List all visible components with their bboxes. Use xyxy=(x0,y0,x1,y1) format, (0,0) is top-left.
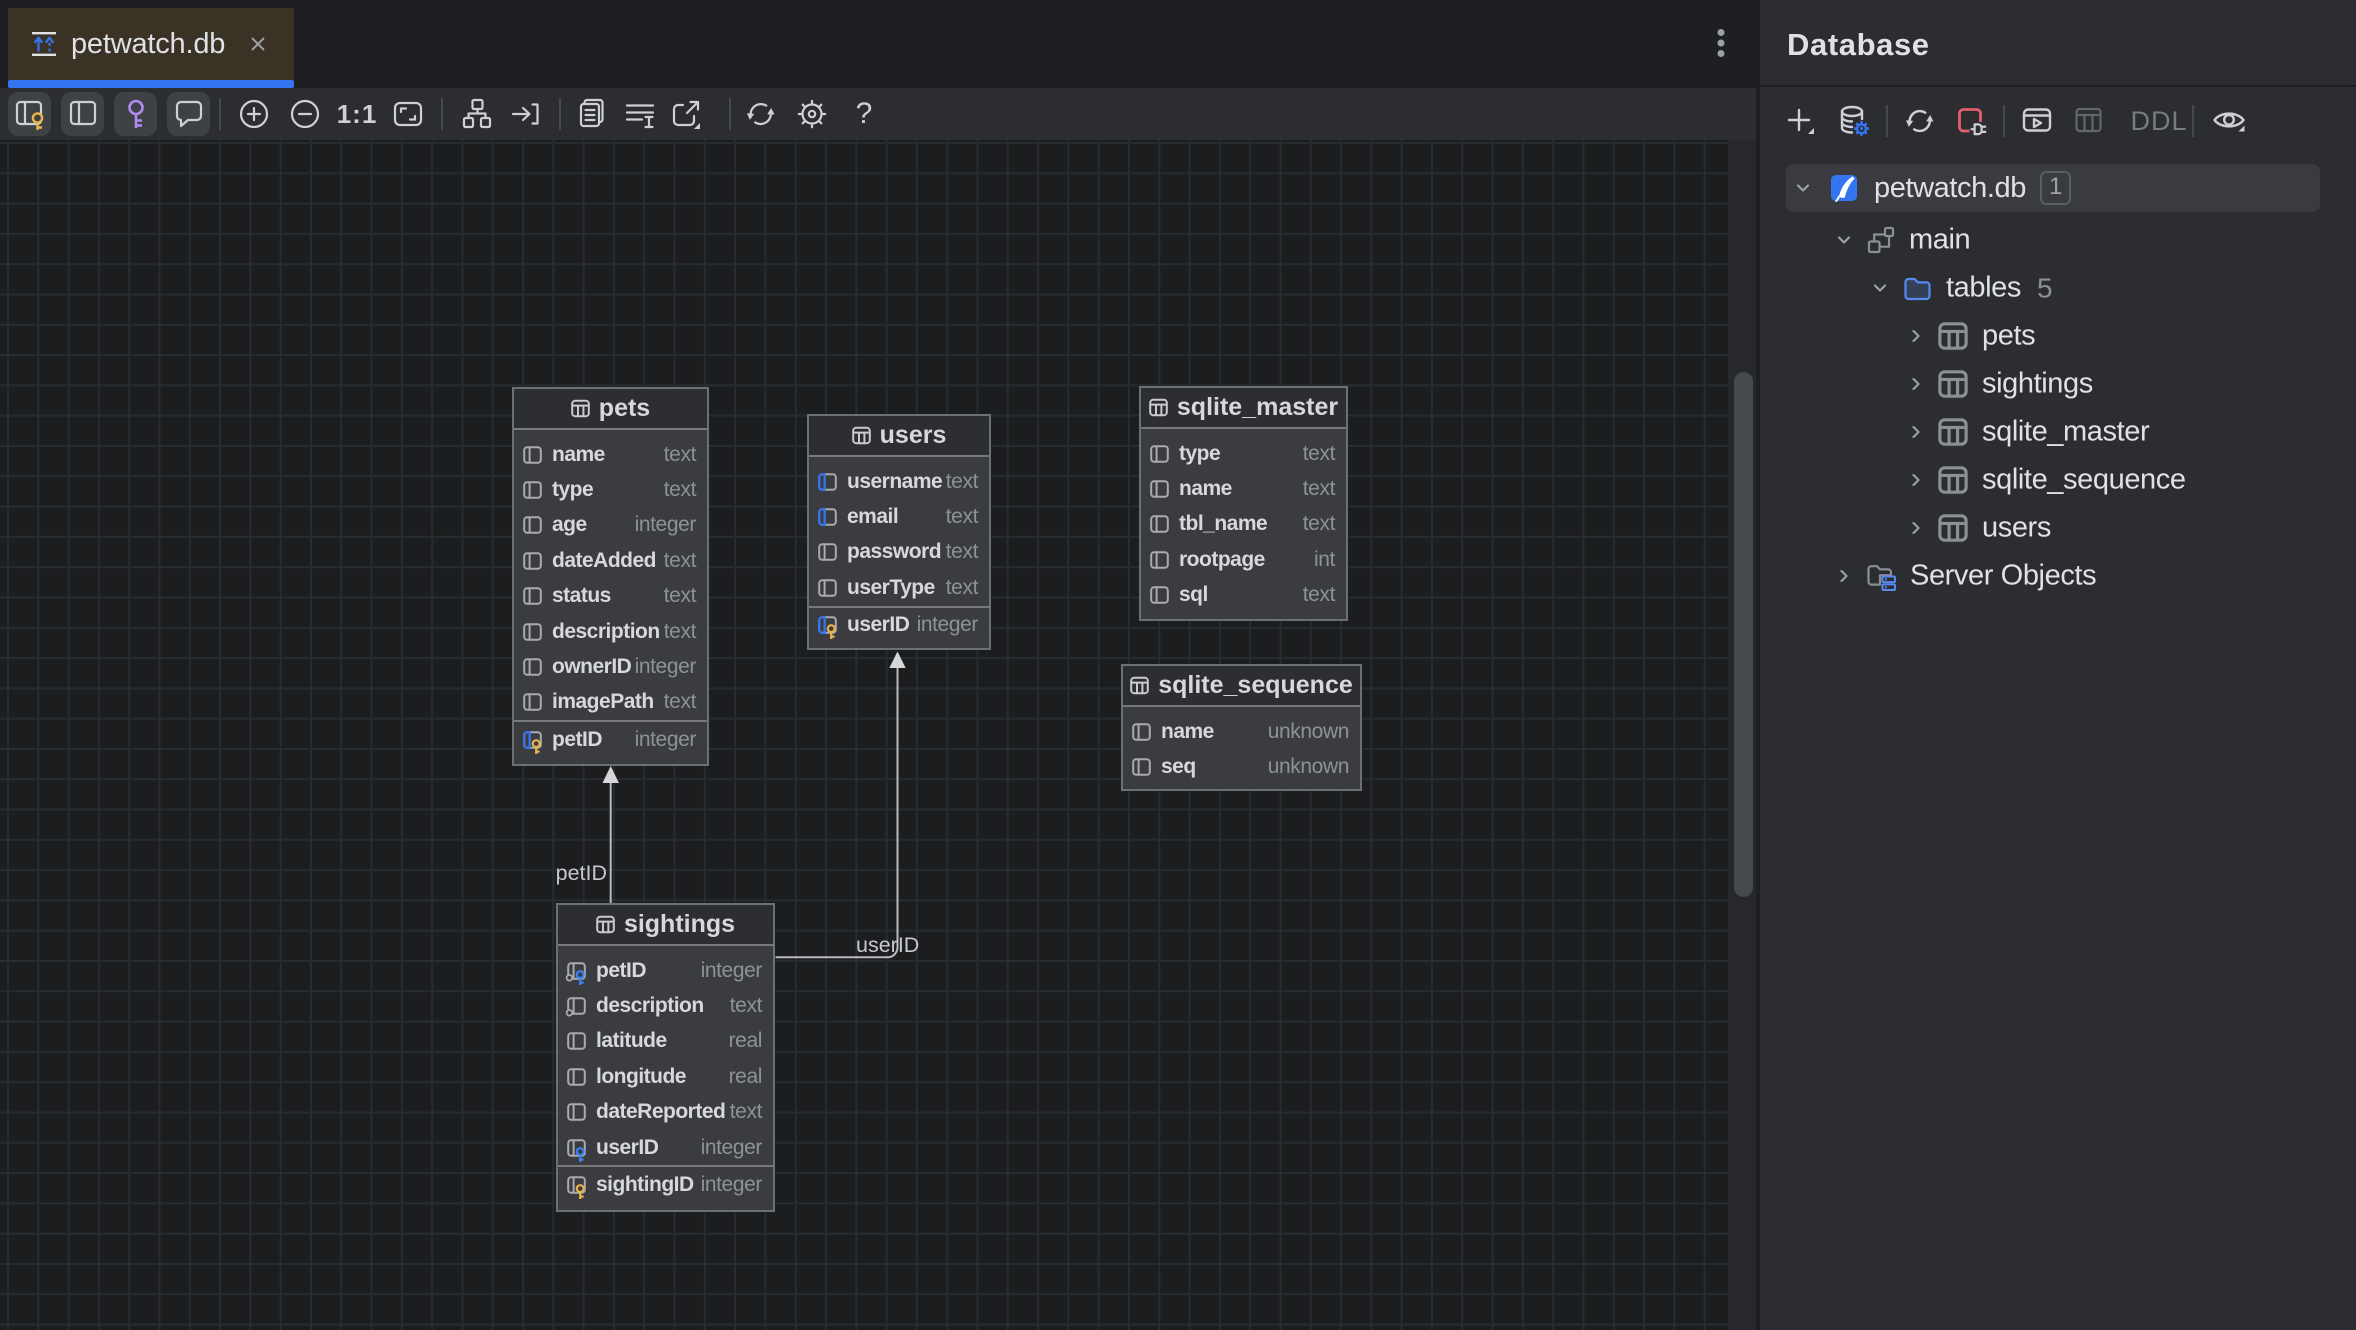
svg-text:userID: userID xyxy=(856,933,919,957)
svg-text:?: ? xyxy=(856,97,873,130)
svg-text:petID: petID xyxy=(556,861,607,885)
